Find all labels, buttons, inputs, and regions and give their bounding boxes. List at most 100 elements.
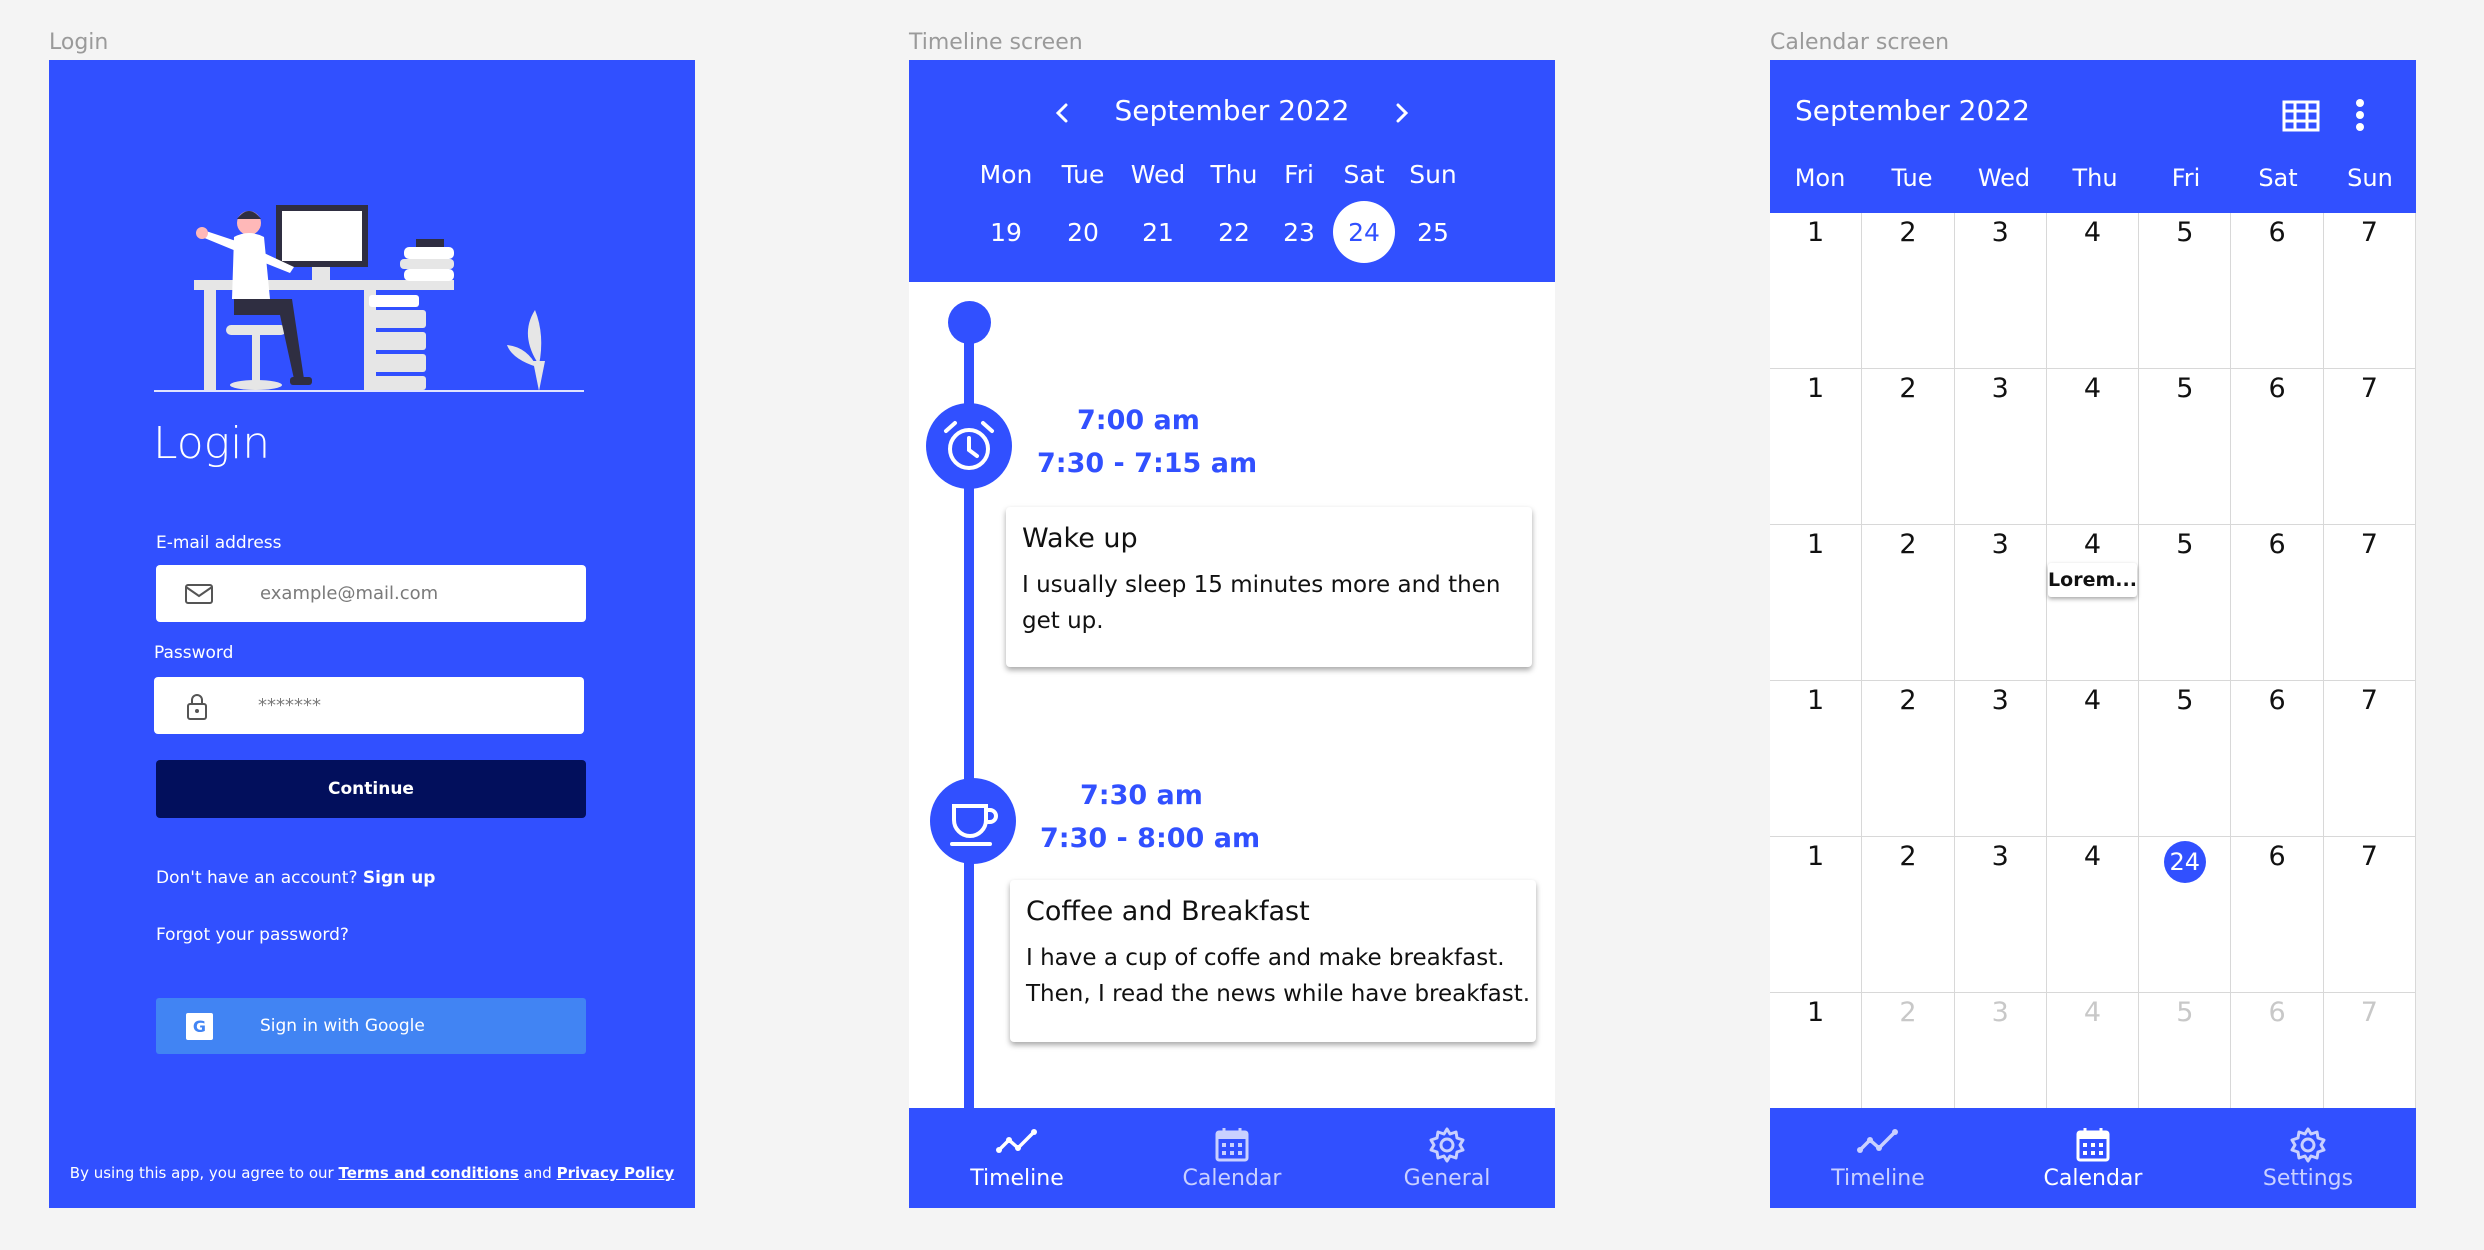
google-signin-button[interactable]: G Sign in with Google <box>156 998 586 1054</box>
calendar-day-cell[interactable]: 1 <box>1770 837 1863 993</box>
calendar-day-cell[interactable]: 6 <box>2231 369 2324 525</box>
calendar-day-cell[interactable]: 2 <box>1862 681 1955 837</box>
day-number[interactable]: 22 <box>1218 218 1250 247</box>
calendar-icon <box>1215 1128 1249 1162</box>
password-input[interactable] <box>258 677 558 734</box>
signup-link[interactable]: Sign up <box>363 868 436 888</box>
event-time: 7:00 am <box>1077 405 1200 436</box>
nav-general[interactable]: General <box>1377 1108 1517 1208</box>
calendar-day-cell[interactable]: 3 <box>1954 681 2047 837</box>
calendar-day-cell[interactable]: 24 <box>2139 837 2232 993</box>
calendar-icon <box>2076 1128 2110 1162</box>
calendar-day-cell[interactable]: 1 <box>1770 213 1863 369</box>
more-vertical-icon[interactable] <box>2354 98 2366 132</box>
calendar-event-chip[interactable]: Lorem... <box>2047 563 2138 597</box>
calendar-month: September 2022 <box>1795 94 2030 127</box>
event-range: 7:30 - 8:00 am <box>1040 823 1261 854</box>
calendar-day-number: 3 <box>1991 997 2009 1028</box>
day-name: Thu <box>2072 164 2118 192</box>
nav-timeline[interactable]: Timeline <box>947 1108 1087 1208</box>
event-title: Wake up <box>1022 523 1138 554</box>
calendar-day-cell[interactable]: 1 <box>1770 369 1863 525</box>
calendar-day-cell[interactable]: 7 <box>2323 213 2416 369</box>
calendar-day-cell[interactable]: 4 Lorem... <box>2046 525 2140 681</box>
calendar-day-cell[interactable]: 6 <box>2231 837 2324 993</box>
calendar-day-number: 6 <box>2268 373 2286 404</box>
grid-view-icon[interactable] <box>2282 100 2320 132</box>
calendar-header: September 2022 Mon Tue Wed Thu Fri Sat S… <box>1770 60 2416 213</box>
login-title: Login <box>153 418 271 469</box>
day-name: Wed <box>1130 160 1186 189</box>
calendar-day-cell[interactable]: 5 <box>2139 525 2232 681</box>
calendar-day-cell[interactable]: 5 <box>2139 213 2232 369</box>
calendar-day-number: 5 <box>2176 529 2194 560</box>
day-name: Fri <box>2171 164 2201 192</box>
calendar-day-cell[interactable]: 4 <box>2046 837 2140 993</box>
day-name: Wed <box>1977 164 2031 192</box>
calendar-day-number: 4 <box>2083 529 2102 560</box>
today-marker: 24 <box>2163 841 2206 883</box>
calendar-day-cell[interactable]: 2 <box>1862 837 1955 993</box>
calendar-day-cell[interactable]: 6 <box>2231 681 2324 837</box>
day-number[interactable]: 25 <box>1417 218 1449 247</box>
chevron-right-icon[interactable] <box>1387 98 1417 128</box>
calendar-day-number: 1 <box>1807 529 1825 560</box>
lock-icon <box>187 694 207 720</box>
desk-illustration <box>154 205 584 392</box>
event-card[interactable]: Wake up I usually sleep 15 minutes more … <box>1006 507 1532 667</box>
email-field[interactable] <box>156 565 586 622</box>
nav-timeline[interactable]: Timeline <box>1808 1108 1948 1208</box>
nav-settings[interactable]: Settings <box>2238 1108 2378 1208</box>
calendar-day-cell[interactable]: 7 <box>2323 369 2416 525</box>
calendar-day-number: 5 <box>2176 217 2194 248</box>
calendar-day-number: 6 <box>2268 997 2286 1028</box>
calendar-day-cell[interactable]: 7 <box>2323 525 2416 681</box>
calendar-day-cell[interactable]: 5 <box>2139 369 2232 525</box>
nav-calendar[interactable]: Calendar <box>2023 1108 2163 1208</box>
password-label: Password <box>154 643 234 663</box>
calendar-day-cell[interactable]: 7 <box>2323 681 2416 837</box>
timeline-month: September 2022 <box>1114 94 1350 127</box>
privacy-link[interactable]: Privacy Policy <box>557 1164 675 1182</box>
event-title: Coffee and Breakfast <box>1026 896 1310 927</box>
calendar-day-cell[interactable]: 3 <box>1954 837 2047 993</box>
calendar-grid: 1 2 3 4 5 6 7 1 2 3 4 5 6 7 1 2 3 4 Lorem... 5 6 7 1 2 3 4 5 6 7 1 2 3 4… <box>1770 213 2416 1149</box>
calendar-day-cell[interactable]: 5 <box>2139 681 2232 837</box>
calendar-day-number: 3 <box>1991 373 2009 404</box>
calendar-day-cell[interactable]: 3 <box>1954 213 2047 369</box>
day-number[interactable]: 20 <box>1067 218 1099 247</box>
day-name: Mon <box>979 160 1033 189</box>
calendar-day-cell[interactable]: 4 <box>2046 681 2140 837</box>
calendar-day-cell[interactable]: 7 <box>2323 837 2416 993</box>
calendar-day-cell[interactable]: 4 <box>2046 369 2140 525</box>
email-input[interactable] <box>260 565 560 622</box>
day-number[interactable]: 21 <box>1142 218 1174 247</box>
forgot-password-link[interactable]: Forgot your password? <box>156 925 349 945</box>
calendar-day-number: 3 <box>1991 685 2009 716</box>
day-number[interactable]: 23 <box>1283 218 1315 247</box>
continue-button[interactable]: Continue <box>156 760 586 818</box>
event-card[interactable]: Coffee and Breakfast I have a cup of cof… <box>1010 880 1536 1042</box>
event-description: I usually sleep 15 minutes more and then… <box>1022 572 1501 634</box>
nav-calendar[interactable]: Calendar <box>1162 1108 1302 1208</box>
calendar-day-cell[interactable]: 2 <box>1862 525 1955 681</box>
calendar-day-cell[interactable]: 4 <box>2046 213 2140 369</box>
calendar-day-cell[interactable]: 2 <box>1862 369 1955 525</box>
calendar-day-cell[interactable]: 3 <box>1954 369 2047 525</box>
calendar-day-cell[interactable]: 1 <box>1770 681 1863 837</box>
calendar-day-cell[interactable]: 1 <box>1770 525 1863 681</box>
calendar-day-number: 5 <box>2176 685 2194 716</box>
nav-label: Timeline <box>970 1166 1064 1191</box>
password-field[interactable] <box>154 677 584 734</box>
calendar-day-number: 3 <box>1991 841 2009 872</box>
calendar-day-number: 4 <box>2083 685 2102 716</box>
day-number[interactable]: 19 <box>990 218 1022 247</box>
selected-day[interactable]: 24 <box>1333 201 1395 263</box>
terms-link[interactable]: Terms and conditions <box>338 1164 518 1182</box>
calendar-day-number: 4 <box>2083 373 2102 404</box>
calendar-day-cell[interactable]: 6 <box>2231 525 2324 681</box>
calendar-day-cell[interactable]: 3 <box>1954 525 2047 681</box>
calendar-day-cell[interactable]: 6 <box>2231 213 2324 369</box>
calendar-day-number: 7 <box>2360 529 2378 560</box>
calendar-day-cell[interactable]: 2 <box>1862 213 1955 369</box>
